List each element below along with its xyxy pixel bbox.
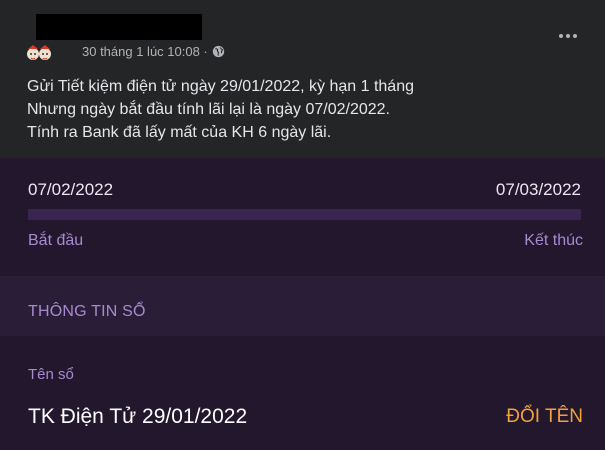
account-name-value: TK Điện Tử 29/01/2022 — [28, 405, 248, 428]
section-title: THÔNG TIN SỔ — [28, 303, 146, 320]
end-label: Kết thúc — [524, 232, 583, 249]
post-timestamp[interactable]: 30 tháng 1 lúc 10:08 · — [82, 44, 208, 59]
rename-button[interactable]: ĐỔI TÊN — [506, 406, 583, 428]
start-label: Bắt đầu — [28, 232, 84, 249]
post-line: Tính ra Bank đã lấy mất của KH 6 ngày lã… — [27, 124, 332, 141]
field-label: Tên sổ — [28, 366, 74, 383]
avatar[interactable] — [26, 43, 52, 63]
section-header: THÔNG TIN SỔ — [0, 277, 605, 336]
post-header: 30 tháng 1 lúc 10:08 · — [0, 0, 605, 72]
redacted-author-name — [36, 14, 202, 40]
post-line: Gửi Tiết kiệm điện tử ngày 29/01/2022, k… — [27, 78, 414, 95]
start-date: 07/02/2022 — [28, 180, 114, 199]
post-text: Gửi Tiết kiệm điện tử ngày 29/01/2022, k… — [0, 72, 605, 158]
globe-icon — [212, 45, 224, 58]
account-name-field: Tên sổ TK Điện Tử 29/01/2022 ĐỔI TÊN — [0, 336, 605, 450]
term-progress-bar — [28, 209, 581, 220]
post-meta: 30 tháng 1 lúc 10:08 · — [82, 44, 225, 59]
post-line: Nhưng ngày bắt đầu tính lãi lại là ngày … — [27, 101, 390, 118]
banking-app-screenshot: 07/02/2022 07/03/2022 Bắt đầu Kết thúc T… — [0, 158, 605, 450]
end-date: 07/03/2022 — [495, 180, 581, 199]
more-options-icon[interactable] — [559, 34, 577, 38]
